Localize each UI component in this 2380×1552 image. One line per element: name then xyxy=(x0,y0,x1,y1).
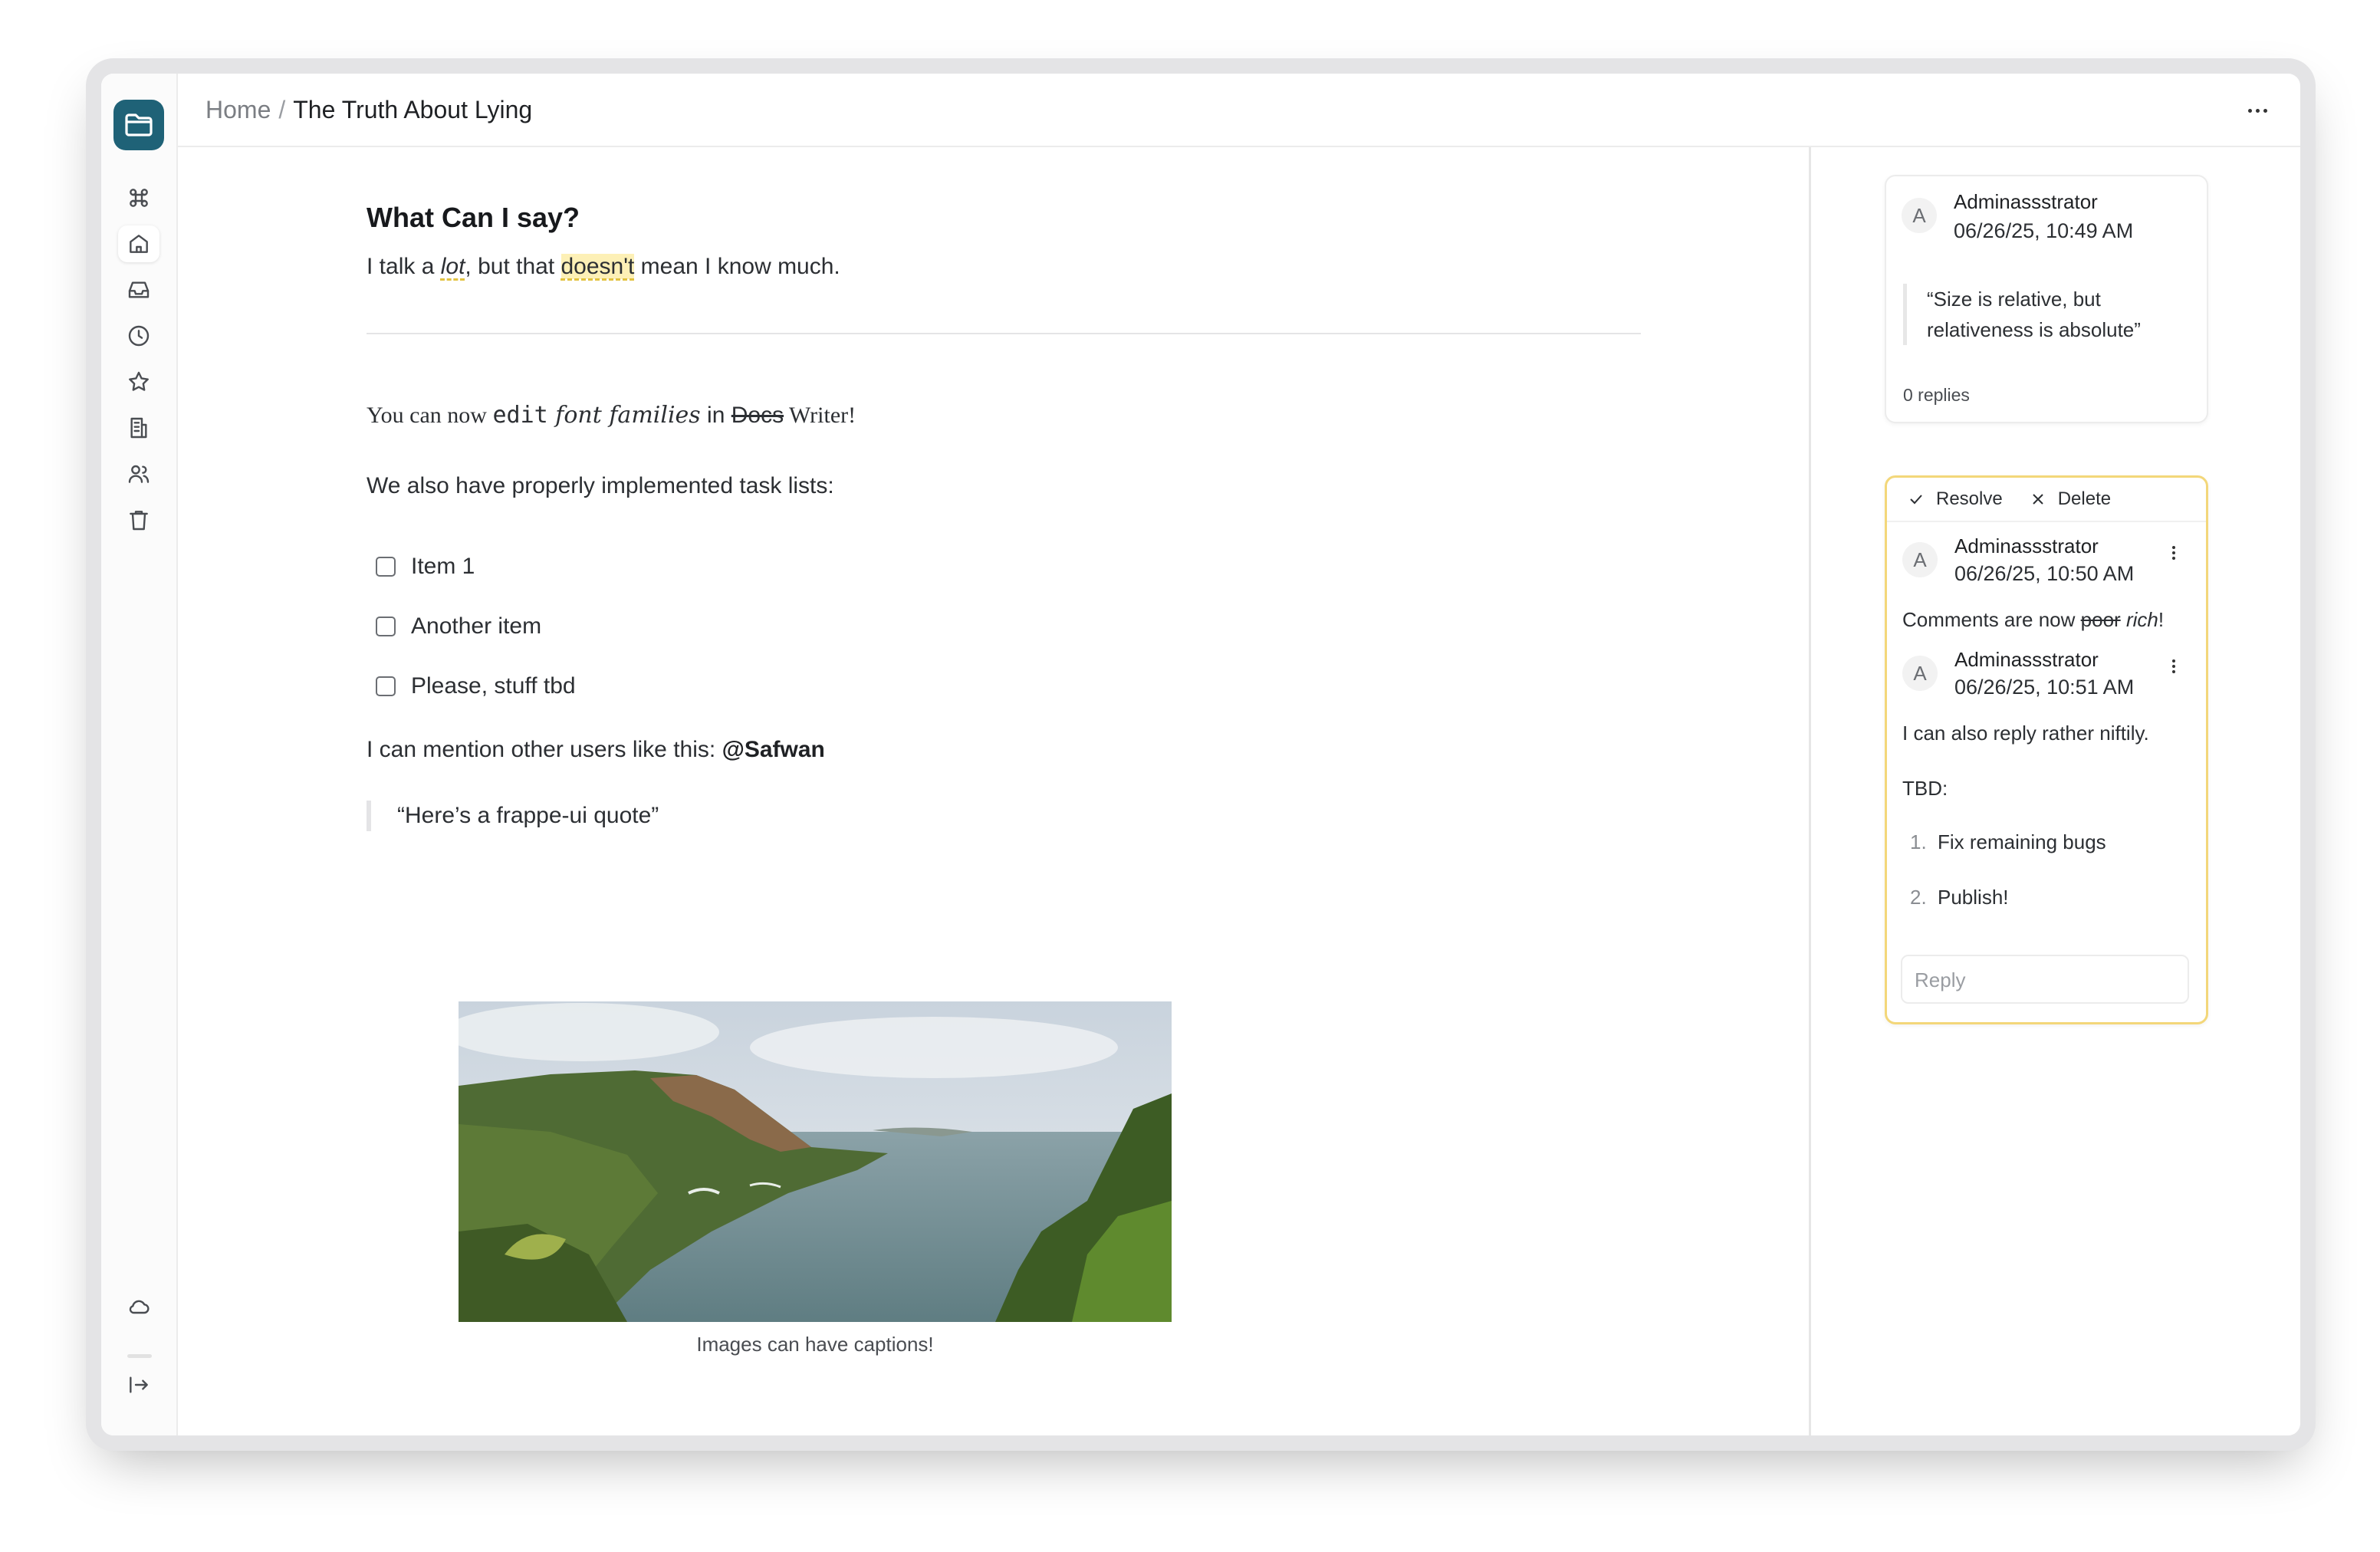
image-figure[interactable]: Images can have captions! xyxy=(459,1001,1172,1356)
comment-author: Adminassstrator xyxy=(1954,648,2099,671)
document-content[interactable]: What Can I say? I talk a lot, but that d… xyxy=(367,201,1641,831)
replies-count[interactable]: 0 replies xyxy=(1903,385,1970,406)
trash-icon[interactable] xyxy=(118,501,159,538)
blockquote: “Here’s a frappe-ui quote” xyxy=(367,801,1641,831)
ordered-list: 1. Fix remaining bugs 2. Publish! xyxy=(1910,830,2106,941)
task-checkbox[interactable] xyxy=(376,676,396,696)
avatar: A xyxy=(1902,198,1937,233)
avatar: A xyxy=(1902,542,1938,577)
paragraph-mention: I can mention other users like this: @Sa… xyxy=(367,737,825,762)
comment-author: Adminassstrator xyxy=(1954,190,2098,213)
comment-text: TBD: xyxy=(1902,777,1948,800)
breadcrumb-current-page: The Truth About Lying xyxy=(293,95,533,123)
list-item: 1. Fix remaining bugs xyxy=(1910,830,2106,853)
task-list: Item 1 Another item Please, stuff tbd xyxy=(367,537,1641,716)
inbox-icon[interactable] xyxy=(118,271,159,308)
task-checkbox[interactable] xyxy=(376,617,396,636)
task-item: Another item xyxy=(367,597,1641,656)
check-icon xyxy=(1910,495,1922,505)
breadcrumb-home[interactable]: Home xyxy=(205,96,271,124)
comment-card[interactable]: A Adminassstrator 06/26/25, 10:49 AM “Si… xyxy=(1885,175,2208,423)
command-icon[interactable] xyxy=(118,179,159,216)
sidebar xyxy=(101,74,178,1435)
users-icon[interactable] xyxy=(118,455,159,492)
avatar: A xyxy=(1902,656,1938,691)
comment-quote: “Size is relative, but relativeness is a… xyxy=(1903,284,2187,345)
comment-text: I can also reply rather niftily. xyxy=(1902,722,2149,745)
more-options-button[interactable] xyxy=(2237,95,2277,126)
sidebar-divider xyxy=(127,1354,152,1358)
comment-author: Adminassstrator xyxy=(1954,534,2099,557)
list-item: 2. Publish! xyxy=(1910,886,2009,909)
header: Home / The Truth About Lying xyxy=(178,74,2300,147)
app-window: Home / The Truth About Lying What Can I … xyxy=(101,74,2300,1435)
task-label: Please, stuff tbd xyxy=(411,673,576,699)
document-heading: What Can I say? xyxy=(367,202,580,233)
app-logo[interactable] xyxy=(113,100,164,150)
paragraph-intro: I talk a lot, but that doesn't mean I kn… xyxy=(367,254,840,279)
comment-card-active[interactable]: Resolve Delete A Adminassstrator 06/26/2… xyxy=(1885,475,2208,1024)
resolve-button[interactable]: Resolve xyxy=(1907,488,2003,510)
building-icon[interactable] xyxy=(118,409,159,446)
reply-input[interactable]: Reply xyxy=(1901,955,2189,1004)
close-icon xyxy=(2033,494,2043,505)
document-editor[interactable]: What Can I say? I talk a lot, but that d… xyxy=(178,147,1811,1435)
paragraph-fonts: You can now edit font families in Docs W… xyxy=(367,402,856,429)
clock-icon[interactable] xyxy=(118,317,159,354)
paragraph-tasks-intro: We also have properly implemented task l… xyxy=(367,473,834,498)
comment-text: Comments are now poor rich! xyxy=(1902,608,2165,631)
task-label: Another item xyxy=(411,613,542,639)
comment-date: 06/26/25, 10:51 AM xyxy=(1954,676,2135,699)
divider xyxy=(1887,521,2206,522)
task-checkbox[interactable] xyxy=(376,557,396,577)
horizontal-rule xyxy=(367,333,1641,334)
comments-panel: A Adminassstrator 06/26/25, 10:49 AM “Si… xyxy=(1811,147,2300,1435)
comment-menu-button[interactable] xyxy=(2166,654,2181,679)
coastline-image[interactable] xyxy=(459,1001,1172,1322)
comment-date: 06/26/25, 10:49 AM xyxy=(1954,219,2134,242)
delete-button[interactable]: Delete xyxy=(2029,488,2111,510)
comment-actions: Resolve Delete xyxy=(1907,488,2137,510)
star-icon[interactable] xyxy=(118,363,159,400)
cloud-icon[interactable] xyxy=(118,1288,159,1325)
task-item: Item 1 xyxy=(367,537,1641,597)
home-icon[interactable] xyxy=(118,225,159,262)
task-item: Please, stuff tbd xyxy=(367,656,1641,716)
comment-date: 06/26/25, 10:50 AM xyxy=(1954,562,2135,585)
logout-icon[interactable] xyxy=(118,1366,159,1403)
image-caption: Images can have captions! xyxy=(696,1333,934,1356)
task-label: Item 1 xyxy=(411,554,475,579)
user-mention[interactable]: @Safwan xyxy=(722,737,825,762)
commented-text[interactable]: doesn't xyxy=(560,254,635,279)
breadcrumb-separator: / xyxy=(278,95,286,123)
comment-menu-button[interactable] xyxy=(2166,541,2181,565)
folder-icon xyxy=(125,113,153,136)
